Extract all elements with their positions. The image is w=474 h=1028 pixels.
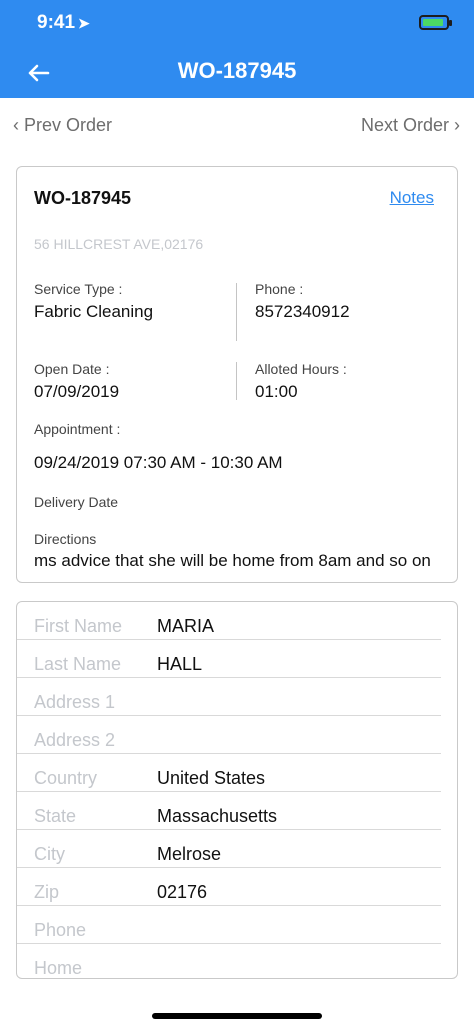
row-value: United States <box>157 768 266 788</box>
next-order-button[interactable]: Next Order › <box>361 115 460 136</box>
row-label: First Name <box>34 616 123 636</box>
appointment-value: 09/24/2019 07:30 AM - 10:30 AM <box>34 453 283 472</box>
row-label: City <box>34 844 65 864</box>
form-row-address-2[interactable]: Address 2 <box>17 716 441 754</box>
service-type-value: Fabric Cleaning <box>34 302 154 321</box>
phone-value: 8572340912 <box>255 302 350 321</box>
alloted-hours-label: Alloted Hours : <box>255 361 347 377</box>
service-type-label: Service Type : <box>34 281 123 297</box>
form-row-zip[interactable]: Zip 02176 <box>17 868 441 906</box>
form-row-address-1[interactable]: Address 1 <box>17 678 441 716</box>
open-date-value: 07/09/2019 <box>34 382 120 401</box>
work-order-id: WO-187945 <box>34 188 132 208</box>
row-value: MARIA <box>157 616 215 636</box>
customer-info-card: First Name MARIA Last Name HALL Address … <box>16 601 458 979</box>
row-value: 02176 <box>157 882 208 902</box>
appointment-label: Appointment : <box>34 421 121 437</box>
row-value: Massachusetts <box>157 806 278 826</box>
location-arrow-icon: ➤ <box>78 15 90 31</box>
row-value: Melrose <box>157 844 222 864</box>
row-value: HALL <box>157 654 203 674</box>
alloted-hours-value: 01:00 <box>255 382 298 401</box>
form-row-state[interactable]: State Massachusetts <box>17 792 441 830</box>
directions-label: Directions <box>34 531 97 547</box>
form-row-last-name[interactable]: Last Name HALL <box>17 640 441 678</box>
order-details-card: WO-187945 Notes 56 HILLCREST AVE,02176 S… <box>16 166 458 583</box>
form-row-home[interactable]: Home <box>17 944 441 978</box>
row-label: Home <box>34 958 83 978</box>
battery-icon <box>419 15 452 30</box>
order-address: 56 HILLCREST AVE,02176 <box>34 236 204 252</box>
battery-fill <box>423 19 443 26</box>
row-label: Country <box>34 768 98 788</box>
status-time-text: 9:41 <box>37 12 76 33</box>
row-label: Phone <box>34 920 87 940</box>
directions-value: ms advice that she will be home from 8am… <box>34 551 431 570</box>
notes-link[interactable]: Notes <box>390 188 434 208</box>
row-label: Address 1 <box>34 692 116 712</box>
home-indicator <box>152 1013 322 1019</box>
form-row-first-name[interactable]: First Name MARIA <box>17 602 441 640</box>
row-label: Last Name <box>34 654 122 674</box>
order-navigation: ‹ Prev Order Next Order › <box>0 115 474 139</box>
delivery-date-label: Delivery Date <box>34 494 119 510</box>
open-date-label: Open Date : <box>34 361 110 377</box>
form-row-city[interactable]: City Melrose <box>17 830 441 868</box>
battery-nub <box>449 20 452 26</box>
status-time: 9:41 ➤ <box>37 12 90 34</box>
app-header: 9:41 ➤ WO-187945 <box>0 0 474 98</box>
column-divider <box>236 362 237 400</box>
row-label: State <box>34 806 77 826</box>
prev-order-button[interactable]: ‹ Prev Order <box>13 115 112 136</box>
page-title: WO-187945 <box>177 58 297 83</box>
row-label: Zip <box>34 882 60 902</box>
phone-label: Phone : <box>255 281 304 297</box>
form-row-phone[interactable]: Phone <box>17 906 441 944</box>
row-label: Address 2 <box>34 730 116 750</box>
form-row-country[interactable]: Country United States <box>17 754 441 792</box>
column-divider <box>236 283 237 341</box>
